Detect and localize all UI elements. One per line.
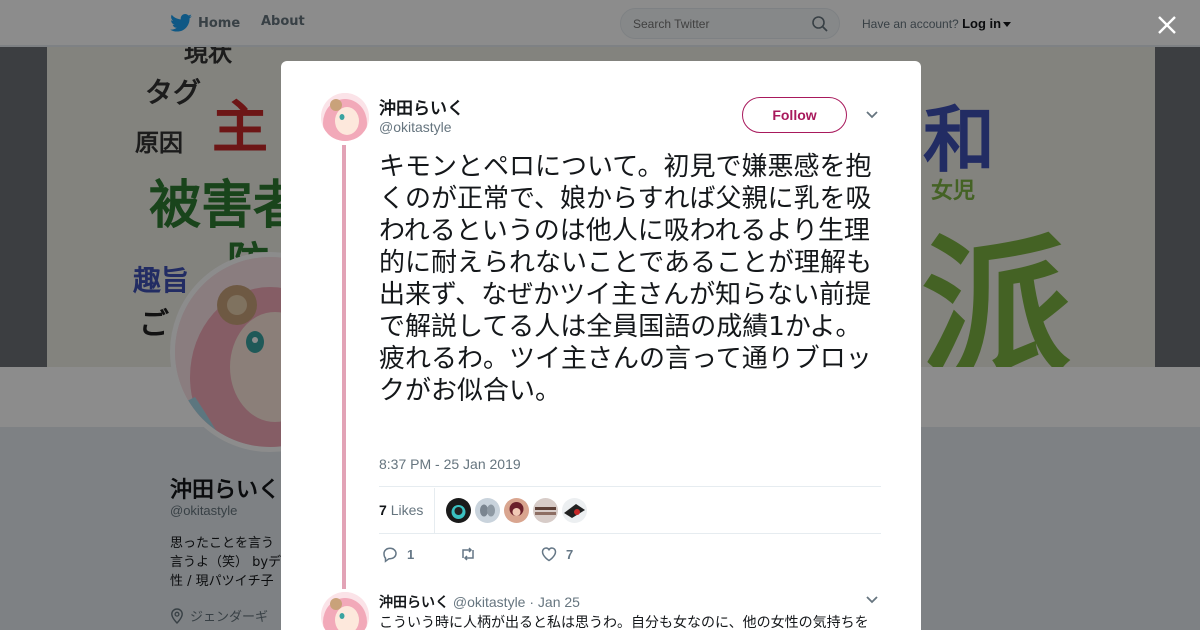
author-name[interactable]: 沖田らいく	[379, 94, 464, 119]
liker-avatar[interactable]	[475, 498, 500, 523]
chevron-down-icon[interactable]	[865, 110, 879, 120]
retweet-icon	[462, 547, 474, 561]
reply-action[interactable]: 1	[381, 545, 414, 563]
likes-stat[interactable]: 7 Likes	[379, 502, 423, 518]
avatar-illustration	[321, 592, 369, 630]
reply-author-handle[interactable]: @okitastyle	[453, 594, 526, 610]
heart-icon	[541, 547, 557, 562]
thread-line	[342, 145, 346, 589]
avatar-illustration	[451, 505, 466, 519]
reply-date[interactable]: · Jan 25	[529, 594, 580, 610]
tweet-text: キモンとペロについて。初見で嫌悪感を抱くのが正常で、娘からすれば父親に乳を吸われ…	[379, 152, 872, 406]
author-avatar[interactable]	[321, 93, 369, 141]
reply-count: 1	[407, 546, 415, 562]
tweet-modal: 沖田らいく @okitastyle Follow キモンとペロについて。初見で嫌…	[281, 61, 921, 630]
chevron-down-icon[interactable]	[865, 595, 879, 605]
liker-avatar[interactable]	[562, 498, 587, 523]
divider	[379, 486, 881, 487]
likes-label: Likes	[390, 502, 424, 518]
stat-separator	[434, 488, 435, 534]
divider	[379, 533, 881, 534]
avatar-illustration	[480, 504, 495, 517]
liker-avatar[interactable]	[533, 498, 558, 523]
reply-author-name[interactable]: 沖田らいく	[379, 595, 449, 611]
reply-header: 沖田らいく @okitastyle · Jan 25	[379, 592, 580, 612]
retweet-action[interactable]	[459, 545, 485, 563]
avatar-illustration	[509, 502, 524, 516]
like-action[interactable]: 7	[540, 545, 573, 563]
reply-author-avatar[interactable]	[321, 592, 369, 630]
liker-avatar[interactable]	[446, 498, 471, 523]
avatar-illustration	[564, 504, 585, 518]
liker-avatar[interactable]	[504, 498, 529, 523]
reply-icon	[383, 547, 397, 563]
close-icon[interactable]	[1156, 14, 1178, 36]
author-handle[interactable]: @okitastyle	[379, 119, 452, 135]
likes-count: 7	[379, 502, 387, 518]
like-count: 7	[566, 546, 574, 562]
avatar-illustration	[535, 507, 556, 515]
avatar-illustration	[321, 93, 369, 141]
reply-text: こういう時に人柄が出ると私は思うわ。自分も女なのに、他の女性の気持ちを	[379, 615, 869, 630]
tweet-timestamp[interactable]: 8:37 PM - 25 Jan 2019	[379, 456, 521, 472]
follow-button[interactable]: Follow	[742, 97, 847, 133]
